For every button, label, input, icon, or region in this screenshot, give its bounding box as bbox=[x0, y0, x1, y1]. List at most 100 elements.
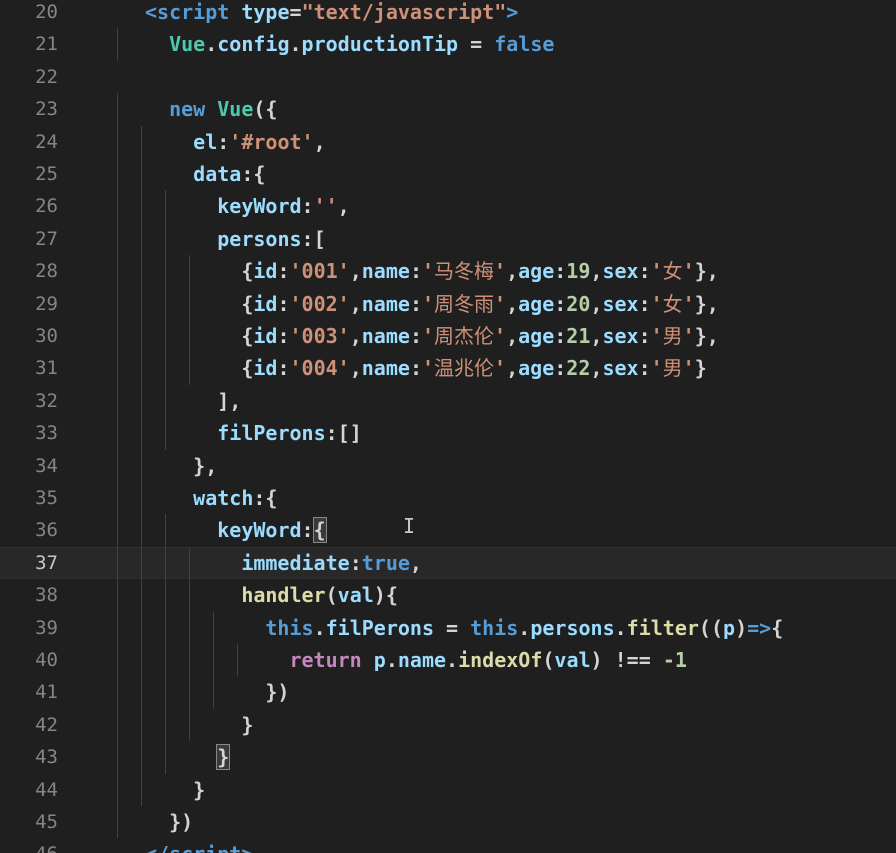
code-line[interactable]: 25 data:{ bbox=[0, 158, 896, 190]
indent-guide bbox=[117, 482, 118, 515]
code-text[interactable]: filPerons:[] bbox=[217, 417, 362, 449]
code-text[interactable]: handler(val){ bbox=[241, 579, 398, 611]
code-text[interactable]: new Vue({ bbox=[169, 93, 277, 125]
code-text[interactable]: }, bbox=[193, 450, 217, 482]
code-line[interactable]: 36 keyWord:{ bbox=[0, 514, 896, 546]
code-line[interactable]: 38 handler(val){ bbox=[0, 579, 896, 611]
code-line[interactable]: 24 el:'#root', bbox=[0, 126, 896, 158]
code-line[interactable]: 37 immediate:true, bbox=[0, 546, 896, 580]
code-token: : bbox=[277, 324, 290, 348]
code-line[interactable]: 33 filPerons:[] bbox=[0, 417, 896, 449]
indent-guide bbox=[117, 676, 118, 709]
code-line[interactable]: 20 <script type="text/javascript"> bbox=[0, 0, 896, 28]
code-text[interactable]: immediate:true, bbox=[241, 547, 422, 579]
code-token: (( bbox=[698, 615, 724, 640]
code-token: { bbox=[241, 356, 254, 381]
code-token: }, bbox=[694, 259, 719, 284]
code-line[interactable]: 27 persons:[ bbox=[0, 223, 896, 255]
code-line[interactable]: 31 {id:'004',name:'温兆伦',age:22,sex:'男'} bbox=[0, 352, 896, 384]
code-token: persons bbox=[217, 226, 302, 251]
code-token: Vue bbox=[169, 32, 206, 57]
code-token: age bbox=[518, 259, 555, 284]
code-line[interactable]: 43} bbox=[0, 741, 896, 773]
code-token: filPerons bbox=[217, 421, 326, 446]
code-line[interactable]: 29 {id:'002',name:'周冬雨',age:20,sex:'女'}, bbox=[0, 288, 896, 320]
code-token: this bbox=[470, 615, 519, 640]
code-token: return bbox=[289, 648, 362, 672]
code-token: ) bbox=[735, 615, 748, 640]
indent-guide bbox=[189, 676, 191, 709]
code-line[interactable]: 35 watch:{ bbox=[0, 482, 896, 514]
code-line[interactable]: 21 Vue.config.productionTip = false bbox=[0, 28, 896, 60]
code-text[interactable]: ], bbox=[217, 385, 241, 417]
code-token: ], bbox=[217, 388, 242, 413]
code-line[interactable]: 32], bbox=[0, 385, 896, 417]
line-number: 44 bbox=[35, 778, 58, 801]
code-token: > bbox=[241, 842, 253, 853]
code-text[interactable]: {id:'003',name:'周杰伦',age:21,sex:'男'}, bbox=[241, 320, 718, 352]
code-token: false bbox=[494, 32, 555, 57]
indent-guide bbox=[165, 352, 167, 385]
code-text[interactable]: }) bbox=[169, 806, 193, 838]
code-text[interactable]: } bbox=[216, 741, 231, 773]
code-text[interactable]: el:'#root', bbox=[193, 126, 325, 158]
indent-guide bbox=[117, 741, 118, 774]
code-text[interactable]: persons:[ bbox=[217, 223, 325, 255]
indent-guide bbox=[141, 222, 143, 256]
code-text[interactable]: {id:'002',name:'周冬雨',age:20,sex:'女'}, bbox=[241, 288, 718, 320]
code-text[interactable]: Vue.config.productionTip = false bbox=[169, 28, 554, 60]
code-token: : bbox=[277, 259, 290, 284]
code-text[interactable]: {id:'001',name:'马冬梅',age:19,sex:'女'}, bbox=[241, 255, 718, 287]
code-line[interactable]: 22 bbox=[0, 61, 896, 93]
code-text[interactable]: this.filPerons = this.persons.filter((p)… bbox=[265, 612, 783, 644]
indent-guide bbox=[117, 773, 118, 806]
code-token: . bbox=[313, 615, 326, 640]
code-token: : bbox=[638, 324, 651, 348]
indent-guide bbox=[141, 352, 143, 385]
code-text[interactable]: data:{ bbox=[193, 158, 265, 190]
code-line[interactable]: 26 keyWord:'', bbox=[0, 190, 896, 222]
line-number: 25 bbox=[35, 163, 58, 185]
code-line[interactable]: 44} bbox=[0, 774, 896, 806]
code-line[interactable]: 39 this.filPerons = this.persons.filter((… bbox=[0, 612, 896, 644]
code-token: p bbox=[723, 615, 736, 640]
code-text[interactable]: </script> bbox=[145, 838, 253, 853]
code-token: :{ bbox=[253, 486, 278, 510]
code-line[interactable]: 23 new Vue({ bbox=[0, 93, 896, 125]
code-text[interactable]: {id:'004',name:'温兆伦',age:22,sex:'男'} bbox=[241, 352, 706, 384]
indent-guide bbox=[117, 190, 118, 223]
code-line[interactable]: 28 {id:'001',name:'马冬梅',age:19,sex:'女'}, bbox=[0, 255, 896, 287]
code-token: script bbox=[169, 842, 241, 853]
code-line[interactable]: 34}, bbox=[0, 450, 896, 482]
line-number: 24 bbox=[35, 130, 58, 153]
code-line[interactable]: 30 {id:'003',name:'周杰伦',age:21,sex:'男'}, bbox=[0, 320, 896, 352]
indent-guide bbox=[117, 158, 118, 191]
code-line[interactable]: 45}) bbox=[0, 806, 896, 838]
indent-guide bbox=[165, 222, 167, 256]
code-token: !== bbox=[614, 648, 651, 672]
line-number: 40 bbox=[35, 649, 58, 671]
code-token: age bbox=[518, 324, 555, 348]
code-text[interactable]: watch:{ bbox=[193, 482, 277, 514]
code-text[interactable]: return p.name.indexOf(val) !== -1 bbox=[289, 644, 686, 676]
code-line[interactable]: 46 </script> bbox=[0, 838, 896, 853]
indent-guide bbox=[189, 579, 191, 612]
code-text[interactable]: keyWord:{ bbox=[217, 514, 327, 546]
code-line[interactable]: 41}) bbox=[0, 676, 896, 708]
code-line[interactable]: 42} bbox=[0, 709, 896, 741]
code-line[interactable]: 40 return p.name.indexOf(val) !== -1 bbox=[0, 644, 896, 676]
code-token: '002' bbox=[289, 291, 350, 316]
code-text[interactable]: } bbox=[241, 709, 253, 741]
code-token: { bbox=[241, 324, 254, 348]
code-text[interactable]: keyWord:'', bbox=[217, 190, 349, 222]
code-text[interactable]: }) bbox=[265, 676, 289, 708]
code-text[interactable]: } bbox=[193, 774, 205, 806]
code-token: , bbox=[313, 129, 326, 154]
code-text[interactable]: <script type="text/javascript"> bbox=[145, 0, 518, 28]
code-token: filPerons bbox=[325, 615, 434, 640]
code-token: keyWord bbox=[217, 518, 302, 543]
code-editor[interactable]: I 20 <script type="text/javascript"> 21 Vue… bbox=[0, 0, 896, 853]
code-token: 20 bbox=[566, 291, 591, 316]
indent-guide bbox=[117, 125, 118, 158]
